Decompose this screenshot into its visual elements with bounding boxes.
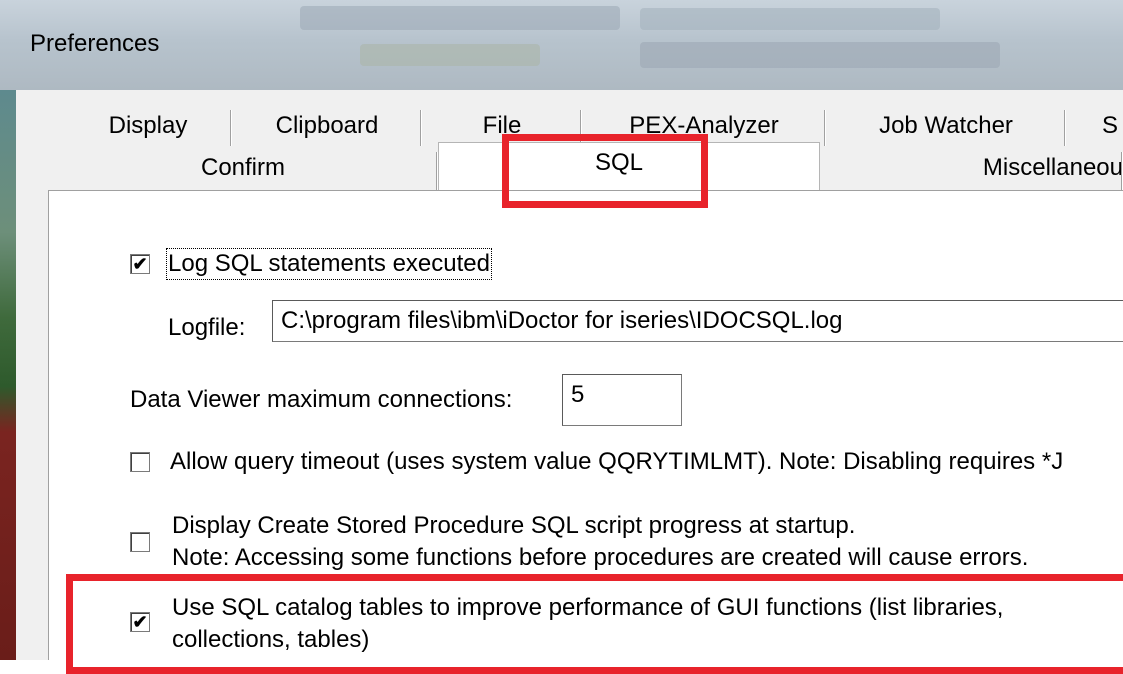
title-bar: Preferences	[0, 0, 1123, 90]
create-procedure-label-line2: Note: Accessing some functions before pr…	[172, 544, 1029, 571]
tab-label: Miscellaneous	[982, 154, 1123, 181]
blurred-background	[360, 44, 540, 66]
tab-job-watcher[interactable]: Job Watcher	[826, 104, 1066, 148]
logfile-label: Logfile:	[168, 314, 246, 341]
query-timeout-checkbox[interactable]	[130, 452, 150, 472]
catalog-option-highlight	[66, 574, 1123, 674]
blurred-background	[640, 42, 1000, 68]
log-sql-label[interactable]: Log SQL statements executed	[166, 248, 492, 280]
max-connections-input[interactable]: 5	[562, 374, 682, 426]
tab-label: Clipboard	[275, 112, 379, 139]
background-strip	[0, 90, 16, 660]
tab-clipboard[interactable]: Clipboard	[232, 104, 422, 148]
tab-miscellaneous[interactable]: Miscellaneous	[820, 146, 1123, 190]
tab-label: S	[1102, 112, 1119, 139]
tab-label: Confirm	[200, 154, 285, 181]
query-timeout-label: Allow query timeout (uses system value Q…	[170, 448, 1064, 475]
check-icon: ✔	[132, 254, 148, 274]
sql-tab-highlight	[502, 134, 708, 208]
create-procedure-checkbox[interactable]	[130, 532, 150, 552]
tab-label: Display	[108, 112, 188, 139]
tab-display[interactable]: Display	[64, 104, 232, 148]
tab-partial[interactable]: S	[1066, 104, 1123, 148]
tab-confirm[interactable]: Confirm	[48, 146, 438, 190]
log-sql-checkbox[interactable]: ✔	[130, 254, 150, 274]
logfile-input[interactable]: C:\program files\ibm\iDoctor for iseries…	[272, 300, 1123, 342]
max-connections-label: Data Viewer maximum connections:	[130, 386, 513, 413]
create-procedure-label-line1: Display Create Stored Procedure SQL scri…	[172, 512, 856, 539]
tab-label: Job Watcher	[879, 112, 1013, 139]
window-title: Preferences	[30, 30, 160, 57]
blurred-background	[300, 6, 620, 30]
blurred-background	[640, 8, 940, 30]
